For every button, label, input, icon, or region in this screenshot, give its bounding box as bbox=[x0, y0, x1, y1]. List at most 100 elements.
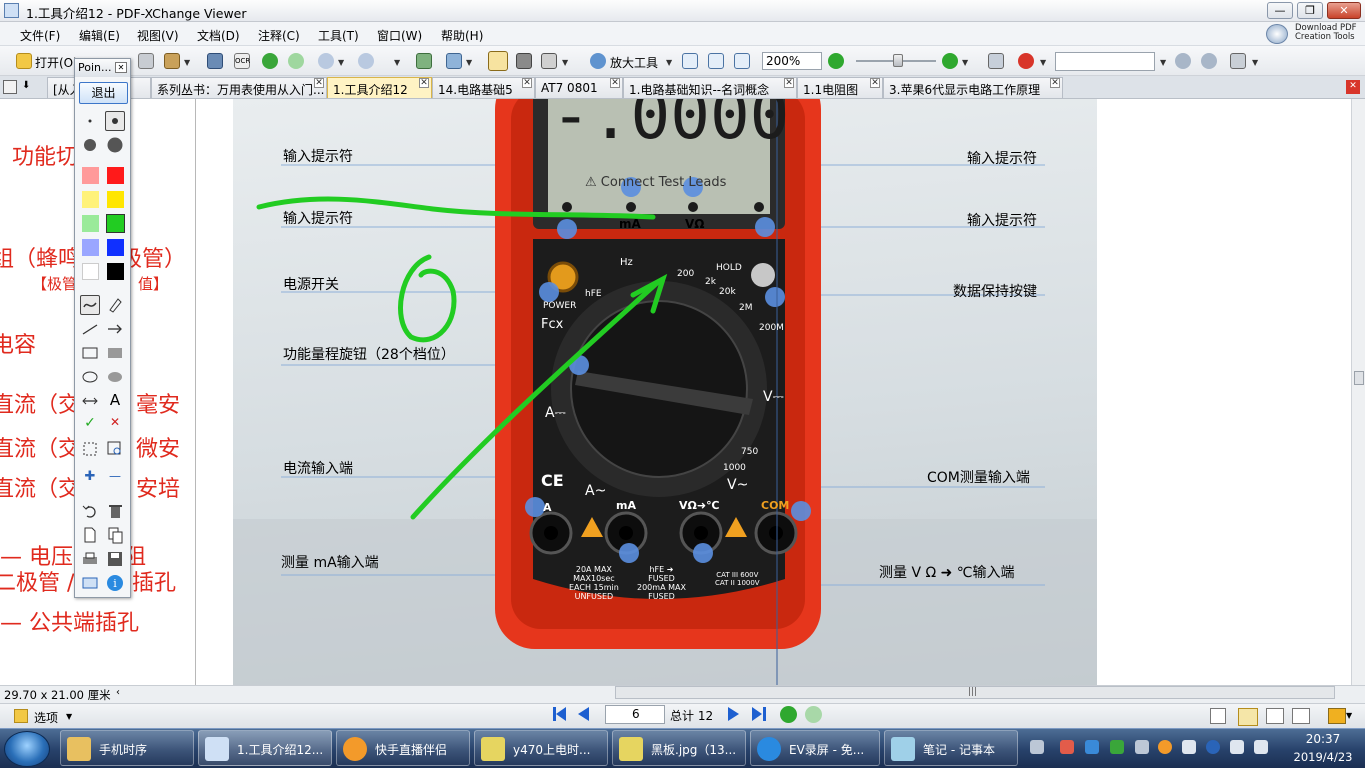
forward-icon[interactable] bbox=[288, 53, 304, 69]
trash-icon[interactable] bbox=[105, 501, 125, 521]
close-tab-icon[interactable]: ✕ bbox=[1050, 78, 1060, 88]
color-swatch[interactable] bbox=[82, 191, 99, 208]
taskbar-item-active[interactable]: 1.工具介绍12... bbox=[198, 730, 332, 766]
network-icon[interactable] bbox=[1230, 740, 1244, 754]
tab-item[interactable]: 14.电路基础5 ✕ bbox=[432, 77, 535, 98]
keyboard-icon[interactable] bbox=[1030, 740, 1044, 754]
settings-icon[interactable] bbox=[1230, 53, 1246, 69]
taskbar-item[interactable]: y470上电时... bbox=[474, 730, 608, 766]
fit-width-icon[interactable] bbox=[734, 53, 750, 69]
previous-page-icon[interactable] bbox=[578, 707, 589, 721]
tray-app-icon[interactable] bbox=[1135, 740, 1149, 754]
print-icon[interactable] bbox=[80, 549, 100, 569]
color-swatch[interactable] bbox=[107, 191, 124, 208]
bluetooth-icon[interactable] bbox=[1206, 740, 1220, 754]
tray-app-icon[interactable] bbox=[1110, 740, 1124, 754]
close-tab-icon[interactable]: ✕ bbox=[784, 78, 794, 88]
package-icon[interactable] bbox=[164, 53, 180, 69]
ocr-icon[interactable]: OCR bbox=[234, 53, 250, 69]
zoom-tool-icon[interactable] bbox=[590, 53, 606, 69]
close-tab-icon[interactable]: ✕ bbox=[419, 78, 429, 88]
undo-icon[interactable] bbox=[80, 501, 100, 521]
pdf-icon[interactable] bbox=[1328, 708, 1346, 724]
menu-tools[interactable]: 工具(T) bbox=[318, 27, 359, 44]
continuous-page-icon[interactable] bbox=[1238, 708, 1258, 726]
close-tab-icon[interactable]: ✕ bbox=[522, 78, 532, 88]
start-button[interactable] bbox=[4, 731, 50, 767]
close-tab-icon[interactable]: ✕ bbox=[870, 78, 880, 88]
save-icon[interactable] bbox=[105, 549, 125, 569]
add-icon[interactable]: ✚ bbox=[80, 469, 100, 489]
color-swatch[interactable] bbox=[107, 263, 124, 280]
open-folder-icon[interactable] bbox=[16, 53, 32, 69]
minimize-button[interactable]: — bbox=[1267, 2, 1293, 19]
download-pdf-tools-button[interactable]: Download PDF Creation Tools bbox=[1262, 22, 1365, 46]
maximize-button[interactable]: ❐ bbox=[1297, 2, 1323, 19]
menu-file[interactable]: 文件(F) bbox=[20, 27, 60, 44]
color-swatch[interactable] bbox=[107, 239, 124, 256]
zoom-level-select[interactable]: 200% bbox=[762, 52, 822, 70]
app-icon[interactable] bbox=[4, 3, 19, 18]
menu-document[interactable]: 文档(D) bbox=[197, 27, 240, 44]
scrollbar-thumb[interactable] bbox=[1354, 371, 1364, 385]
palette-title[interactable]: Poin... ✕ bbox=[75, 59, 130, 77]
menu-edit[interactable]: 编辑(E) bbox=[79, 27, 120, 44]
info-icon[interactable]: i bbox=[105, 573, 125, 593]
hand-tool-icon[interactable] bbox=[488, 51, 508, 71]
power-icon[interactable] bbox=[1254, 740, 1268, 754]
page-number-input[interactable]: 6 bbox=[605, 705, 665, 724]
spellcheck-icon[interactable] bbox=[1018, 53, 1034, 69]
tab-item[interactable]: AT7 0801 ✕ bbox=[535, 77, 623, 98]
remove-icon[interactable]: — bbox=[105, 469, 125, 489]
check-icon[interactable]: ✓ bbox=[80, 415, 100, 435]
document-view[interactable]: 功能切 组（蜂鸣 极管） 【极管 值】 电容 直流（交 毫安 直流（交 微安 直… bbox=[0, 99, 1351, 685]
rectangle-tool-icon[interactable] bbox=[80, 343, 100, 363]
screen-icon[interactable] bbox=[80, 573, 100, 593]
text-tool-icon[interactable]: A bbox=[105, 391, 125, 411]
color-swatch[interactable] bbox=[107, 167, 124, 184]
options-button[interactable]: 选项 bbox=[34, 709, 58, 726]
menu-view[interactable]: 视图(V) bbox=[137, 27, 179, 44]
back-icon[interactable] bbox=[262, 53, 278, 69]
filled-ellipse-tool-icon[interactable] bbox=[105, 367, 125, 387]
close-tab-icon[interactable]: ✕ bbox=[314, 78, 324, 88]
select-area-icon[interactable] bbox=[80, 439, 100, 459]
tab-item-active[interactable]: 1.工具介绍12 ✕ bbox=[327, 77, 432, 98]
line-tool-icon[interactable] bbox=[80, 319, 100, 339]
tab-item[interactable]: 系列丛书：万用表使用从入门... ✕ bbox=[151, 77, 327, 98]
tray-app-icon[interactable] bbox=[1158, 740, 1172, 754]
freehand-pen-icon[interactable] bbox=[80, 295, 100, 315]
taskbar-item[interactable]: EV录屏 - 免... bbox=[750, 730, 880, 766]
find-icon[interactable] bbox=[1175, 53, 1191, 69]
color-swatch[interactable] bbox=[82, 263, 99, 280]
tab-item[interactable]: 1.电路基础知识--名词概念 ✕ bbox=[623, 77, 797, 98]
eraser-icon[interactable] bbox=[105, 295, 125, 315]
pointer-tool-palette[interactable]: Poin... ✕ 退出 A ✓ ✕ ✚ — i bbox=[74, 58, 131, 598]
facing-pages-icon[interactable] bbox=[1266, 708, 1284, 724]
close-all-icon[interactable]: ✕ bbox=[1346, 80, 1360, 94]
close-palette-icon[interactable]: ✕ bbox=[115, 62, 127, 73]
horizontal-scrollbar[interactable]: ||| bbox=[615, 686, 1335, 699]
next-page-icon[interactable] bbox=[728, 707, 739, 721]
tab-list-icon[interactable] bbox=[3, 80, 17, 94]
redo-icon[interactable] bbox=[358, 53, 374, 69]
chevron-left-icon[interactable]: ‹ bbox=[116, 687, 120, 698]
small-dot-size[interactable] bbox=[80, 111, 100, 131]
large-dot-size[interactable] bbox=[80, 135, 100, 155]
volume-icon[interactable] bbox=[1182, 740, 1196, 754]
tab-item[interactable]: 3.苹果6代显示电路工作原理 ✕ bbox=[883, 77, 1063, 98]
snapshot-icon[interactable] bbox=[416, 53, 432, 69]
continuous-facing-icon[interactable] bbox=[1292, 708, 1310, 724]
arrow-tool-icon[interactable] bbox=[105, 319, 125, 339]
cross-icon[interactable]: ✕ bbox=[105, 415, 125, 435]
menu-help[interactable]: 帮助(H) bbox=[441, 27, 483, 44]
single-page-icon[interactable] bbox=[1210, 708, 1226, 724]
zoom-slider-handle[interactable] bbox=[893, 54, 903, 67]
color-swatch[interactable] bbox=[82, 167, 99, 184]
undo-icon[interactable] bbox=[318, 53, 334, 69]
xlarge-dot-size[interactable] bbox=[105, 135, 125, 155]
close-tab-icon[interactable]: ✕ bbox=[610, 78, 620, 88]
last-page-icon[interactable] bbox=[752, 707, 762, 721]
first-page-icon[interactable] bbox=[556, 707, 566, 721]
print-icon[interactable] bbox=[138, 53, 154, 69]
